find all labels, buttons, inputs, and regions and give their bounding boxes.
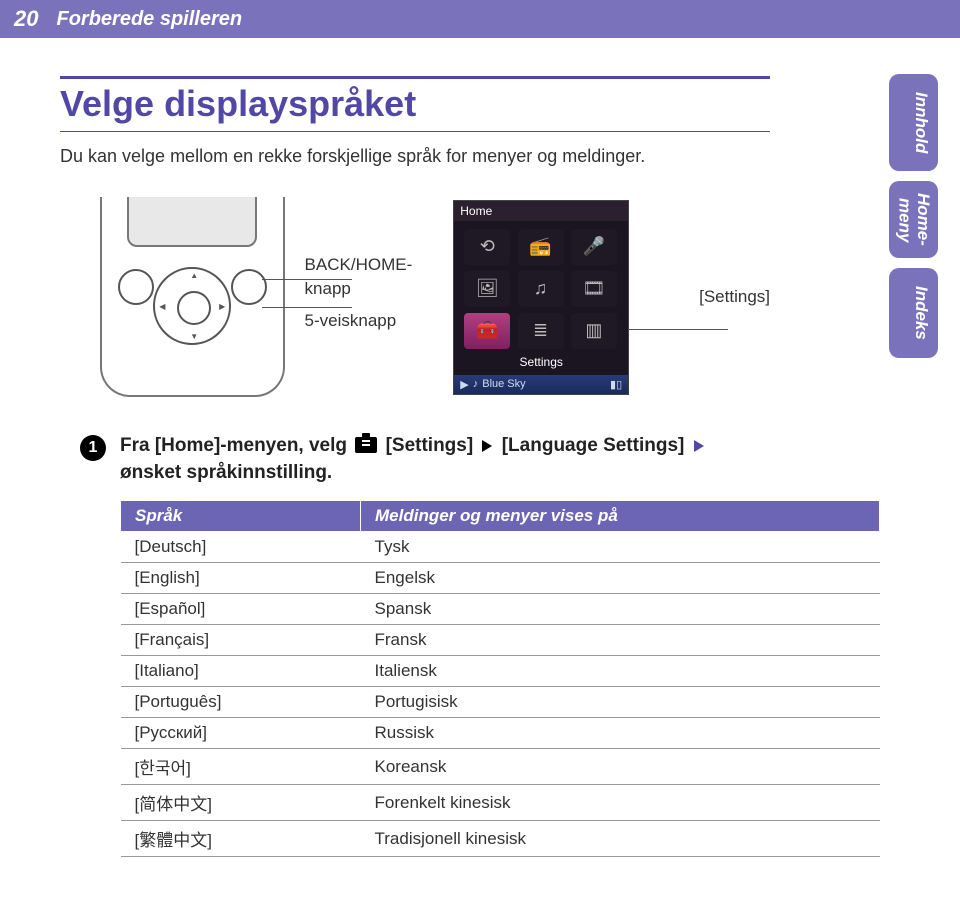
note-icon: ♪ <box>473 378 479 390</box>
cell-language: [繁體中文] <box>121 821 361 857</box>
tab-home-menu-line1: Home- <box>914 193 933 246</box>
device-illustration: ▲▼ ◀▶ <box>100 197 285 397</box>
table-row: [Português]Portugisisk <box>121 687 880 718</box>
back-home-button-illust <box>118 269 154 305</box>
section-title: Forberede spilleren <box>56 8 242 31</box>
intro-text: Du kan velge mellom en rekke forskjellig… <box>60 146 770 167</box>
table-row: [Русский]Russisk <box>121 718 880 749</box>
figure-row: ▲▼ ◀▶ BACK/HOME-knapp 5-veisknapp Home ⟲… <box>100 197 770 397</box>
cell-language: [한국어] <box>121 749 361 785</box>
cell-display: Italiensk <box>361 656 880 687</box>
tab-contents[interactable]: Innhold <box>889 74 938 171</box>
arrow-right-icon <box>482 440 492 452</box>
table-row: [Deutsch]Tysk <box>121 532 880 563</box>
page-title: Velge displayspråket <box>60 76 770 132</box>
cell-display: Koreansk <box>361 749 880 785</box>
screenshot-title: Home <box>454 201 628 221</box>
cell-display: Tysk <box>361 532 880 563</box>
tab-index[interactable]: Indeks <box>889 268 938 358</box>
ss-icon-nowplaying: ▥ <box>571 313 617 349</box>
table-row: [简体中文]Forenkelt kinesisk <box>121 785 880 821</box>
step-part1: Fra [Home]-menyen, velg <box>120 435 347 456</box>
toolbox-icon <box>355 437 377 453</box>
fiveway-label: 5-veisknapp <box>305 309 434 333</box>
cell-language: [English] <box>121 563 361 594</box>
ss-icon-settings: 🧰 <box>464 313 510 349</box>
side-tabs: Innhold Home- meny Indeks <box>889 74 938 358</box>
ss-icon-video: 🎞 <box>571 271 617 307</box>
cell-display: Spansk <box>361 594 880 625</box>
table-row: [Italiano]Italiensk <box>121 656 880 687</box>
table-row: [English]Engelsk <box>121 563 880 594</box>
cell-language: [Deutsch] <box>121 532 361 563</box>
ss-icon-shuffle: ⟲ <box>464 229 510 265</box>
cell-language: [Français] <box>121 625 361 656</box>
cell-display: Portugisisk <box>361 687 880 718</box>
cell-display: Forenkelt kinesisk <box>361 785 880 821</box>
ss-icon-playlist: ≣ <box>518 313 564 349</box>
cell-language: [简体中文] <box>121 785 361 821</box>
table-row: [Español]Spansk <box>121 594 880 625</box>
ss-icon-music: ♫ <box>518 271 564 307</box>
page-header: 20 Forberede spilleren <box>0 0 960 38</box>
cell-display: Tradisjonell kinesisk <box>361 821 880 857</box>
arrow-right-final-icon <box>694 440 704 452</box>
screenshot-selected-label: Settings <box>454 353 628 375</box>
cell-display: Russisk <box>361 718 880 749</box>
cell-display: Engelsk <box>361 563 880 594</box>
play-icon: ▶ <box>460 378 468 391</box>
tab-home-menu-line2: meny <box>895 198 914 242</box>
table-row: [Français]Fransk <box>121 625 880 656</box>
ss-icon-mic: 🎤 <box>571 229 617 265</box>
back-home-label: BACK/HOME-knapp <box>305 253 434 301</box>
cell-language: [Español] <box>121 594 361 625</box>
ss-icon-photo: 🖼 <box>464 271 510 307</box>
five-way-button-illust: ▲▼ ◀▶ <box>153 267 231 345</box>
language-table: Språk Meldinger og menyer vises på [Deut… <box>120 500 880 857</box>
th-display: Meldinger og menyer vises på <box>361 501 880 532</box>
table-row: [한국어]Koreansk <box>121 749 880 785</box>
settings-callout: [Settings] <box>699 287 770 307</box>
table-row: [繁體中文]Tradisjonell kinesisk <box>121 821 880 857</box>
footer-track: Blue Sky <box>482 378 525 390</box>
step-part2: ønsket språkinnstilling. <box>120 462 332 483</box>
cell-language: [Русский] <box>121 718 361 749</box>
cell-display: Fransk <box>361 625 880 656</box>
tab-home-menu[interactable]: Home- meny <box>889 181 938 258</box>
cell-language: [Português] <box>121 687 361 718</box>
home-screenshot: Home ⟲ 📻 🎤 🖼 ♫ 🎞 🧰 ≣ ▥ Settings ▶ ♪ Blue… <box>453 200 629 395</box>
step-settings: [Settings] <box>386 435 479 456</box>
cell-language: [Italiano] <box>121 656 361 687</box>
step-langset: [Language Settings] <box>502 435 690 456</box>
step-number: 1 <box>80 435 106 461</box>
step-1: 1 Fra [Home]-menyen, velg [Settings] [La… <box>80 433 750 486</box>
battery-icon: ▮▯ <box>610 378 622 391</box>
page-number: 20 <box>14 6 38 32</box>
th-language: Språk <box>121 501 361 532</box>
ss-icon-radio: 📻 <box>518 229 564 265</box>
